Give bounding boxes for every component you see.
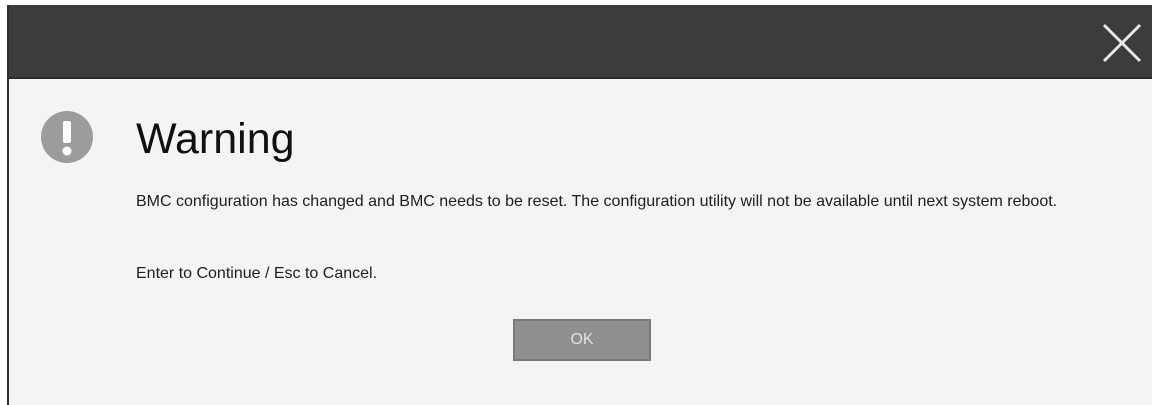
ok-button[interactable]: OK — [513, 319, 651, 361]
warning-dialog: Warning BMC configuration has changed an… — [7, 5, 1152, 405]
dialog-message: BMC configuration has changed and BMC ne… — [136, 193, 1058, 210]
close-button[interactable] — [1100, 21, 1144, 65]
close-icon — [1102, 23, 1142, 63]
dialog-title: Warning — [136, 115, 295, 163]
dialog-titlebar — [9, 5, 1152, 79]
dialog-prompt: Enter to Continue / Esc to Cancel. — [136, 265, 378, 282]
exclamation-circle-icon — [41, 111, 93, 163]
